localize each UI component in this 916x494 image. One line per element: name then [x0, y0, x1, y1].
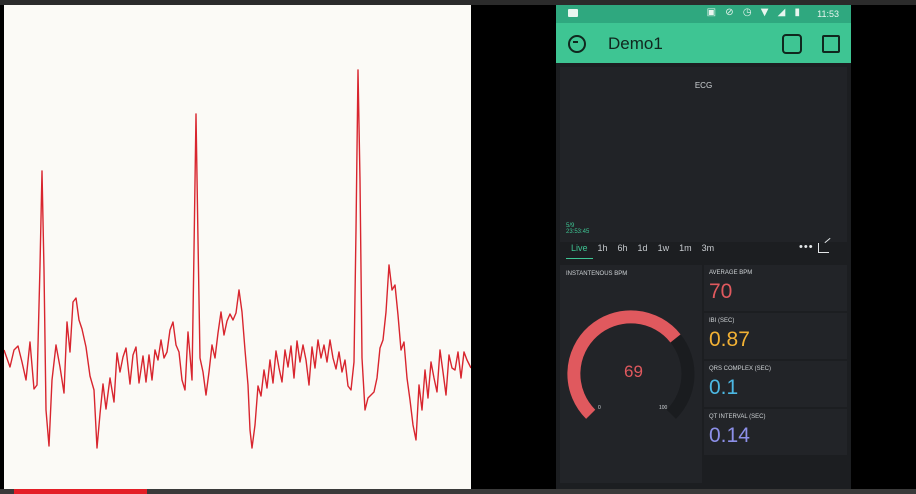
ecg-video-panel: [4, 5, 471, 489]
ecg-chart-title: ECG: [694, 81, 713, 90]
gauge-min-label: 0: [598, 405, 601, 411]
metric-label: QT INTERVAL (SEC): [709, 414, 766, 420]
metric-label: IBI (SEC): [709, 318, 735, 324]
notification-icon: [568, 9, 578, 17]
qrs-complex-widget: QRS COMPLEX (SEC) 0.1: [704, 361, 847, 407]
tab-live[interactable]: Live: [566, 241, 593, 259]
metric-value: 0.14: [709, 424, 750, 447]
tab-3m[interactable]: 3m: [697, 241, 720, 259]
device-icon[interactable]: [782, 34, 802, 54]
metric-label: AVERAGE BPM: [709, 270, 753, 276]
ecg-timestamp-time: 23:53:45: [566, 229, 590, 235]
tab-6h[interactable]: 6h: [613, 241, 633, 259]
back-clock-icon[interactable]: [568, 35, 586, 53]
metric-value: 0.1: [709, 376, 739, 399]
time-range-tabs: Live 1h 6h 1d 1w 1m 3m: [566, 241, 719, 259]
gauge-value: 69: [624, 362, 643, 381]
ecg-timestamp: 5/9 23:53:45: [566, 223, 589, 235]
tab-1w[interactable]: 1w: [653, 241, 675, 259]
metric-value: 70: [709, 280, 733, 303]
more-options-icon[interactable]: •••: [799, 241, 814, 253]
status-icons: ▣ ⊘ ◷ ▼ ◢ ▮: [706, 7, 803, 18]
status-bar: ▣ ⊘ ◷ ▼ ◢ ▮ 11:53: [556, 5, 851, 23]
ecg-waveform-line: [4, 69, 471, 449]
app-bar: Demo1: [556, 23, 851, 63]
metric-value: 0.87: [709, 328, 750, 351]
video-progress-fill: [14, 489, 147, 494]
ecg-waveform-graph: [4, 69, 471, 449]
tab-1h[interactable]: 1h: [593, 241, 613, 259]
gauge-max-label: 100: [659, 405, 668, 411]
phone-screen: ▣ ⊘ ◷ ▼ ◢ ▮ 11:53 Demo1 ECG 5/9 23:53:45…: [556, 5, 851, 494]
project-title: Demo1: [608, 34, 663, 53]
qt-interval-widget: QT INTERVAL (SEC) 0.14: [704, 409, 847, 455]
video-progress-track[interactable]: [0, 489, 916, 494]
stop-square-icon[interactable]: [822, 35, 840, 53]
ecg-chart-widget[interactable]: ECG 5/9 23:53:45: [560, 67, 847, 242]
export-icon[interactable]: [818, 243, 829, 253]
dashboard: ECG 5/9 23:53:45 Live 1h 6h 1d 1w 1m 3m …: [556, 63, 851, 494]
average-bpm-widget: AVERAGE BPM 70: [704, 265, 847, 311]
bpm-gauge-widget: INSTANTENOUS BPM 69 0 100: [560, 265, 702, 483]
ibi-widget: IBI (SEC) 0.87: [704, 313, 847, 359]
tab-1d[interactable]: 1d: [633, 241, 653, 259]
status-time: 11:53: [817, 9, 839, 19]
tab-1m[interactable]: 1m: [674, 241, 697, 259]
metric-label: QRS COMPLEX (SEC): [709, 366, 772, 372]
